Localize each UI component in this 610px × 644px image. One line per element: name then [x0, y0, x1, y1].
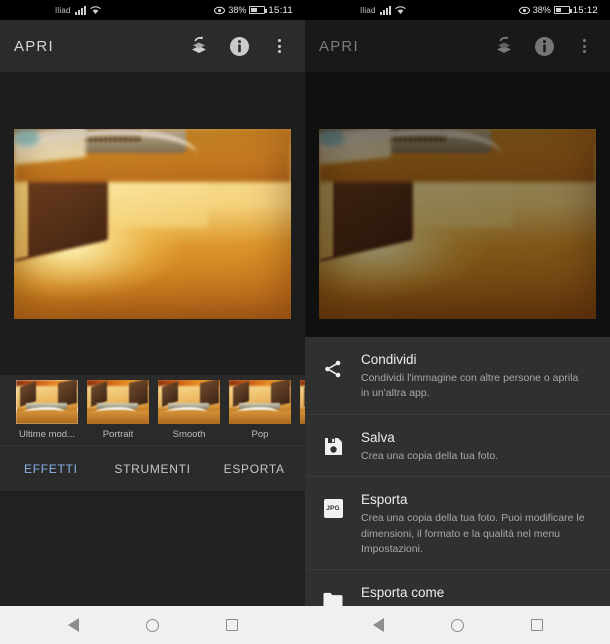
overflow-menu-icon[interactable] — [572, 34, 596, 58]
status-bar-right: Iliad 38% 15:12 — [305, 0, 610, 20]
filter-label: Ultime mod... — [19, 429, 75, 440]
nav-home-icon[interactable] — [450, 618, 464, 632]
eye-comfort-icon — [518, 6, 530, 15]
menu-item-salva[interactable]: Salva Crea una copia della tua foto. — [305, 413, 610, 476]
save-floppy-icon — [305, 429, 361, 456]
android-nav-bar-right[interactable] — [305, 606, 610, 644]
wifi-icon — [394, 5, 406, 15]
menu-item-text: Salva Crea una copia della tua foto. — [361, 429, 594, 464]
filter-filmstrip[interactable]: Ultime mod... Portrait Smooth Pop — [0, 375, 305, 445]
filter-thumbnail[interactable] — [229, 380, 291, 424]
jpg-icon-label: JPG — [323, 499, 343, 519]
left-phone-screen: Iliad 38% 15:11 APRI Ultime mod... Portr… — [0, 0, 305, 644]
photo-canvas-left[interactable] — [0, 72, 305, 375]
menu-item-subtitle: Crea una copia della tua foto. Puoi modi… — [361, 512, 585, 555]
menu-item-text: Esporta Crea una copia della tua foto. P… — [361, 491, 594, 557]
signal-bars-icon — [379, 5, 391, 15]
filter-item[interactable]: Pop — [229, 380, 291, 440]
menu-item-esporta-come[interactable]: Esporta come Crea una copia in una carte… — [305, 568, 610, 606]
filter-label: Smooth — [172, 429, 206, 440]
export-bottom-sheet[interactable]: Condividi Condividi l'immagine con altre… — [305, 337, 610, 606]
menu-item-text: Esporta come Crea una copia in una carte… — [361, 584, 594, 606]
filter-item[interactable]: Portrait — [87, 380, 149, 440]
share-icon — [305, 351, 361, 379]
photo-vignette — [319, 129, 596, 319]
menu-item-subtitle: Condividi l'immagine con altre persone o… — [361, 372, 579, 400]
clock-label: 15:12 — [572, 4, 598, 16]
wifi-icon — [89, 5, 101, 15]
app-bar-right: APRI — [305, 20, 610, 72]
filter-item[interactable]: Ultime mod... — [16, 380, 78, 440]
battery-percent-label: 38% — [532, 5, 551, 15]
info-circle-icon[interactable] — [532, 34, 556, 58]
menu-item-text: Condividi Condividi l'immagine con altre… — [361, 351, 594, 402]
edited-photo[interactable] — [14, 128, 291, 319]
menu-item-title: Salva — [361, 429, 395, 445]
nav-home-icon[interactable] — [145, 618, 159, 632]
edited-photo — [319, 128, 596, 319]
nav-back-icon[interactable] — [372, 618, 384, 632]
page-title: APRI — [319, 37, 359, 55]
menu-item-subtitle: Crea una copia della tua foto. — [361, 449, 499, 462]
battery-percent-label: 38% — [228, 5, 247, 15]
status-bar-right-group: 38% 15:11 — [214, 5, 298, 16]
filter-thumbnail[interactable] — [158, 380, 220, 424]
battery-icon — [249, 6, 268, 14]
tab-esporta[interactable]: ESPORTA — [203, 462, 305, 476]
menu-item-title: Esporta — [361, 492, 408, 508]
dual-screenshot-composite: Iliad 38% 15:11 APRI Ultime mod... Portr… — [0, 0, 610, 644]
filter-item[interactable]: Smooth — [158, 380, 220, 440]
layers-revert-icon[interactable] — [187, 34, 211, 58]
battery-icon — [553, 6, 572, 14]
menu-item-title: Esporta come — [361, 584, 445, 600]
menu-item-title: Condividi — [361, 352, 417, 367]
status-bar-left: Iliad 38% 15:11 — [0, 0, 305, 20]
tab-strumenti[interactable]: STRUMENTI — [102, 462, 204, 476]
filter-thumbnail[interactable] — [87, 380, 149, 424]
nav-back-icon[interactable] — [67, 618, 79, 632]
menu-item-esporta[interactable]: JPG Esporta Crea una copia della tua fot… — [305, 476, 610, 569]
carrier-label: Iliad — [55, 5, 71, 15]
layers-revert-icon[interactable] — [492, 34, 516, 58]
app-bar-actions-left — [187, 34, 291, 58]
page-title: APRI — [14, 37, 54, 55]
nav-recents-icon[interactable] — [225, 619, 238, 631]
bottom-tab-bar[interactable]: EFFETTI STRUMENTI ESPORTA — [0, 445, 305, 491]
right-phone-screen: Iliad 38% 15:12 APRI Condividi Condividi… — [305, 0, 610, 644]
overflow-menu-icon[interactable] — [267, 34, 291, 58]
status-bar-left-group: Iliad — [7, 5, 101, 15]
menu-item-condividi[interactable]: Condividi Condividi l'immagine con altre… — [305, 337, 610, 414]
status-bar-right-group: 38% 15:12 — [518, 4, 603, 16]
app-bar-left: APRI — [0, 20, 305, 72]
clock-label: 15:11 — [268, 4, 293, 16]
info-circle-icon[interactable] — [227, 34, 251, 58]
signal-bars-icon — [74, 5, 86, 15]
filter-label: Portrait — [102, 429, 134, 440]
tab-effetti[interactable]: EFFETTI — [0, 462, 102, 476]
filter-thumbnail[interactable] — [16, 380, 78, 424]
eye-comfort-icon — [214, 6, 226, 15]
app-bar-actions-right — [492, 34, 596, 58]
nav-recents-icon[interactable] — [530, 619, 543, 631]
filter-label: Pop — [251, 429, 269, 440]
android-nav-bar-left[interactable] — [0, 606, 305, 644]
jpg-icon: JPG — [305, 491, 361, 519]
photo-canvas-right — [305, 72, 610, 375]
carrier-label: Iliad — [360, 5, 376, 15]
photo-vignette — [14, 129, 291, 319]
folder-icon — [305, 584, 361, 606]
status-bar-left-group: Iliad — [312, 5, 406, 15]
